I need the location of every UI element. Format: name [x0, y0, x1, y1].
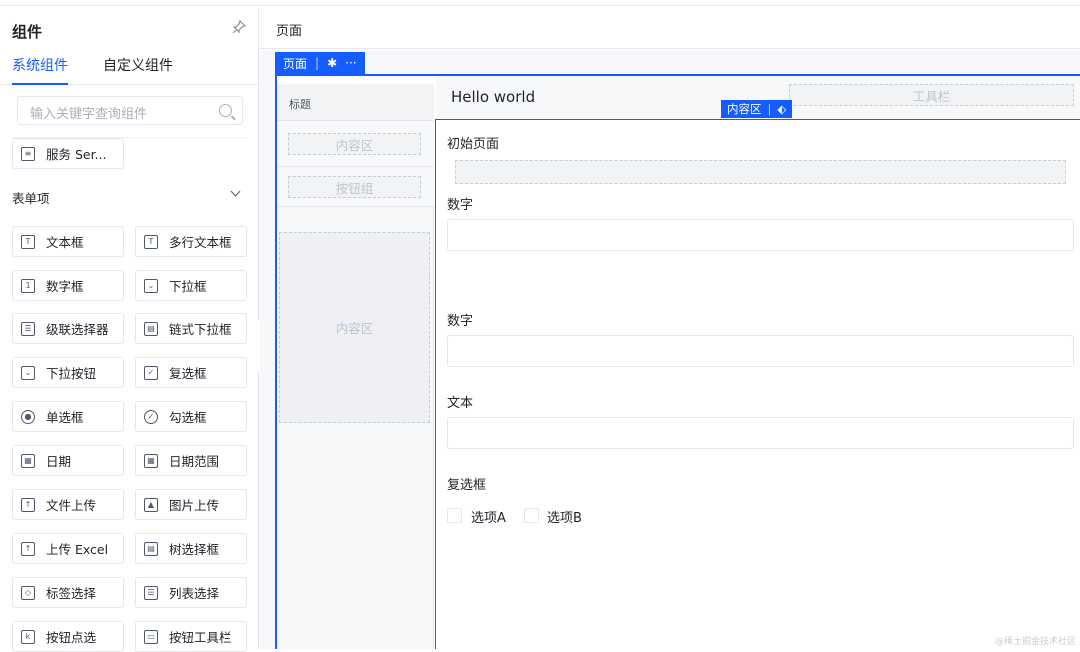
checkbox-option-a-label[interactable]: 选项A: [471, 507, 506, 526]
toolbar-placeholder[interactable]: 工具栏: [789, 84, 1074, 106]
field-label-checkbox: 复选框: [447, 478, 487, 493]
page-content[interactable]: [435, 119, 1080, 649]
list-select-icon: ☰: [144, 585, 158, 600]
field-label-text: 文本: [447, 396, 474, 411]
component-item[interactable]: ▲ 图片上传: [135, 489, 247, 520]
checkbox-icon: ✓: [144, 365, 158, 380]
tab-system-components[interactable]: 系统组件: [12, 55, 68, 85]
component-item[interactable]: ☰ 级联选择器: [12, 313, 124, 344]
image-upload-icon: ▲: [144, 497, 158, 512]
page-badge[interactable]: 页面 | ✱ ···: [275, 52, 365, 74]
calendar-icon: ▦: [21, 453, 35, 468]
top-border: [0, 0, 1080, 6]
component-item[interactable]: ⌄ 下拉框: [135, 270, 247, 301]
component-item[interactable]: ⌄ 下拉按钮: [12, 357, 124, 388]
sidebar-title: 标题: [289, 98, 311, 111]
component-item[interactable]: 1 数字框: [12, 270, 124, 301]
chain-select-icon: ▤: [144, 321, 158, 336]
sidebar-title-area[interactable]: 标题: [277, 84, 434, 121]
number-input-2[interactable]: [447, 335, 1074, 367]
search-placeholder: 输入关键字查询组件: [30, 107, 148, 122]
component-item[interactable]: ✓ 勾选框: [135, 401, 247, 432]
component-item[interactable]: ☰ 列表选择: [135, 577, 247, 608]
file-upload-icon: ↑: [21, 497, 35, 512]
layers-icon[interactable]: ⬖: [777, 102, 786, 116]
component-item[interactable]: ◇ 标签选择: [12, 577, 124, 608]
checkbox-option-b[interactable]: [524, 508, 539, 523]
section-form-items: 表单项: [12, 191, 50, 206]
dropdown-button-icon: ⌄: [21, 365, 35, 380]
component-item[interactable]: ↑ 文件上传: [12, 489, 124, 520]
tree-select-icon: ▤: [144, 541, 158, 556]
radio-icon: ●: [21, 409, 35, 424]
sidebar-button-group-placeholder[interactable]: 按钮组: [288, 176, 421, 198]
component-item[interactable]: ▦ 日期范围: [135, 445, 247, 476]
page-header-title: Hello world: [451, 88, 536, 106]
tab-custom-components[interactable]: 自定义组件: [103, 55, 173, 83]
number-input-1[interactable]: [447, 219, 1074, 251]
textarea-icon: T: [144, 234, 158, 249]
number-icon: 1: [21, 278, 35, 293]
sidebar-main-content-placeholder[interactable]: 内容区: [279, 232, 430, 423]
sidebar-content-placeholder[interactable]: 内容区: [288, 133, 421, 155]
button-select-icon: k: [21, 629, 35, 644]
cascader-icon: ☰: [21, 321, 35, 336]
badge-divider: |: [315, 56, 320, 70]
component-item-service[interactable]: ≡ 服务 Ser...: [12, 138, 124, 169]
designer-header: 页面: [260, 7, 1080, 49]
component-item[interactable]: ● 单选框: [12, 401, 124, 432]
component-item[interactable]: ✓ 复选框: [135, 357, 247, 388]
page-badge-label: 页面: [283, 56, 308, 71]
pin-icon[interactable]: [231, 19, 247, 35]
component-item[interactable]: ↑ 上传 Excel: [12, 533, 124, 564]
component-item[interactable]: ▤ 树选择框: [135, 533, 247, 564]
search-input[interactable]: 输入关键字查询组件: [17, 96, 243, 125]
bug-icon[interactable]: ✱: [327, 56, 337, 70]
calendar-range-icon: ▦: [144, 453, 158, 468]
text-input[interactable]: [447, 417, 1074, 449]
page-sidebar[interactable]: 标题 内容区 按钮组 内容区: [277, 84, 434, 649]
watermark: @稀土掘金技术社区: [995, 637, 1077, 647]
component-item[interactable]: T 多行文本框: [135, 226, 247, 257]
field-label-number-2: 数字: [447, 314, 474, 329]
header-title: 页面: [276, 24, 303, 39]
component-item[interactable]: ▦ 日期: [12, 445, 124, 476]
check-circle-icon: ✓: [144, 409, 158, 424]
more-icon[interactable]: ···: [345, 56, 356, 70]
component-item[interactable]: T 文本框: [12, 226, 124, 257]
initial-page-label: 初始页面: [447, 137, 500, 152]
checkbox-option-b-label[interactable]: 选项B: [547, 507, 582, 526]
component-item[interactable]: ▤ 链式下拉框: [135, 313, 247, 344]
item-label: 服务 Ser...: [46, 147, 107, 162]
button-toolbar-icon: ▭: [144, 629, 158, 644]
component-tabs: 系统组件 自定义组件: [0, 51, 259, 85]
chevron-down-icon[interactable]: [231, 188, 241, 198]
field-label-number-1: 数字: [447, 198, 474, 213]
content-area-badge[interactable]: 内容区 | ⬖: [721, 100, 793, 118]
content-badge-label: 内容区: [727, 102, 762, 116]
badge-divider: |: [767, 102, 772, 116]
search-icon: [219, 104, 232, 117]
select-icon: ⌄: [144, 278, 158, 293]
upload-excel-icon: ↑: [21, 541, 35, 556]
component-item[interactable]: k 按钮点选: [12, 621, 124, 652]
component-item[interactable]: ▭ 按钮工具栏: [135, 621, 247, 652]
tag-icon: ◇: [21, 585, 35, 600]
panel-title: 组件: [12, 23, 43, 41]
checkbox-option-a[interactable]: [447, 508, 462, 523]
initial-page-placeholder[interactable]: [455, 160, 1066, 184]
list-icon: ≡: [21, 146, 35, 161]
textbox-icon: T: [21, 234, 35, 249]
